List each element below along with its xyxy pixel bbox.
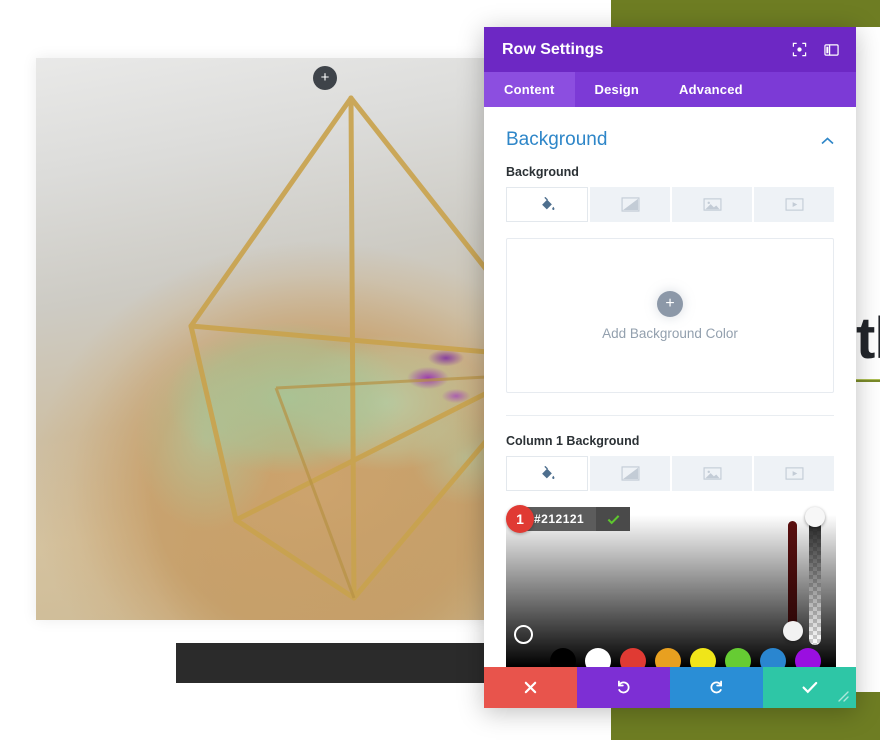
tab-advanced[interactable]: Advanced [659,72,763,107]
row-settings-modal: Row Settings Content Design Advanced Bac… [484,27,856,708]
chevron-up-icon[interactable] [821,133,834,148]
background-image-tab[interactable] [672,187,752,222]
plus-icon[interactable]: + [657,290,683,317]
column-background-video-tab[interactable] [754,456,834,491]
color-picker: #212121 1 [506,505,836,667]
expand-view-icon[interactable] [788,39,810,61]
hex-input-group: #212121 [518,507,631,531]
modal-footer [484,667,856,708]
modal-title: Row Settings [502,40,604,58]
swatch-black[interactable] [550,648,576,667]
column-background-gradient-tab[interactable] [590,456,670,491]
video-icon [785,198,803,211]
swatch-blue[interactable] [760,648,786,667]
alpha-slider[interactable] [809,519,821,645]
screen: th + + [0,0,880,740]
swatch-orange[interactable] [655,648,681,667]
background-video-tab[interactable] [754,187,834,222]
background-gradient-tab[interactable] [590,187,670,222]
paint-bucket-icon [541,197,554,211]
color-swatches [506,647,836,667]
background-section-title: Background [506,129,608,150]
redo-button[interactable] [670,667,763,708]
image-icon [703,198,721,211]
swatch-red[interactable] [620,648,646,667]
modal-tabs: Content Design Advanced [484,72,856,107]
background-field-label: Background [506,165,579,179]
add-row-button[interactable]: + [313,66,337,90]
column-background-label: Column 1 Background [506,434,640,448]
background-color-tab[interactable] [506,187,588,222]
alpha-slider-knob[interactable] [805,507,825,527]
gradient-icon [621,197,639,212]
page-heading-fragment: th [856,306,880,371]
check-icon [607,514,620,524]
swatch-purple[interactable] [795,648,821,667]
background-section-header[interactable]: Background [506,107,834,165]
page-heading-divider [856,379,880,382]
background-type-tabs [506,187,834,222]
layout-panel-icon[interactable] [820,39,842,61]
hex-confirm-button[interactable] [596,507,631,531]
column-background-color-tab[interactable] [506,456,588,491]
section-divider [506,415,834,416]
swatch-green[interactable] [725,648,751,667]
cancel-button[interactable] [484,667,577,708]
saturation-value-cursor[interactable] [514,625,533,644]
swatch-white[interactable] [585,648,611,667]
image-icon [703,467,721,480]
add-background-color-label: Add Background Color [602,325,738,341]
add-background-color-panel[interactable]: + Add Background Color [506,238,834,393]
video-icon [785,467,803,480]
undo-button[interactable] [577,667,670,708]
resize-grip-icon[interactable] [832,685,854,707]
column-background-type-tabs [506,456,834,491]
column-background-image-tab[interactable] [672,456,752,491]
modal-header: Row Settings [484,27,856,72]
redo-icon [710,680,722,694]
step-badge: 1 [506,505,534,533]
check-icon [802,681,817,694]
paint-bucket-icon [541,466,554,480]
close-icon [524,681,537,694]
gradient-icon [621,466,639,481]
saturation-value-area[interactable] [506,515,836,667]
swatch-yellow[interactable] [690,648,716,667]
modal-body: Background Background + Add Background C… [484,107,856,667]
tab-design[interactable]: Design [575,72,660,107]
hue-slider-knob[interactable] [783,621,803,641]
undo-icon [618,680,630,694]
tab-content[interactable]: Content [484,72,575,107]
